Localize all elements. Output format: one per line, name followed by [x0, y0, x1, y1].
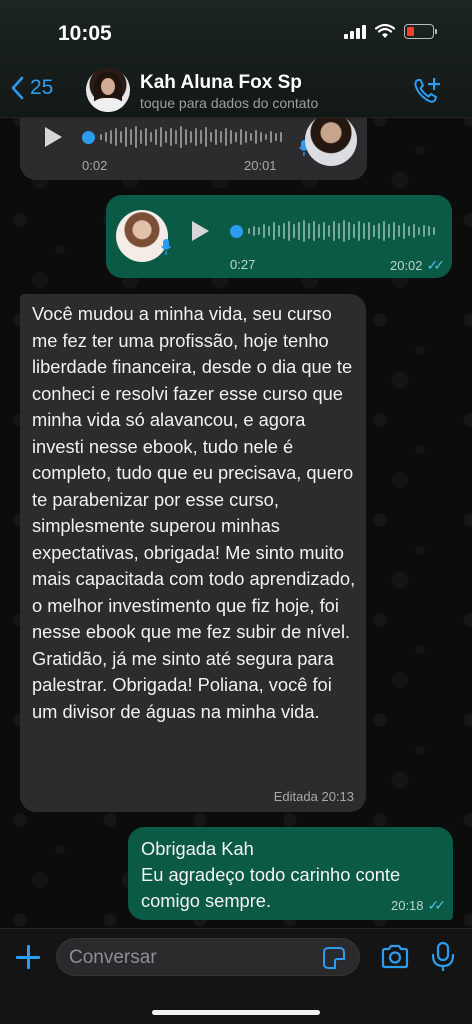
message-time: 20:18 — [390, 898, 424, 913]
contact-name[interactable]: Kah Aluna Fox Sp — [140, 72, 302, 94]
camera-icon[interactable] — [380, 943, 410, 971]
audio-scrubber-knob[interactable] — [230, 225, 243, 238]
text-message-outgoing[interactable]: Obrigada Kah Eu agradeço todo carinho co… — [128, 827, 453, 920]
play-icon[interactable] — [45, 127, 62, 147]
message-line: Obrigada Kah — [141, 838, 254, 859]
play-icon[interactable] — [192, 221, 209, 241]
contact-avatar[interactable] — [86, 68, 130, 112]
read-ticks-icon: ✓✓ — [426, 257, 446, 273]
call-add-icon[interactable] — [412, 76, 442, 106]
plus-icon[interactable] — [14, 943, 42, 971]
signal-icon — [344, 24, 366, 39]
sticker-icon[interactable] — [323, 947, 345, 969]
back-button[interactable]: 25 — [10, 76, 53, 100]
read-ticks-icon: ✓✓ — [427, 897, 447, 913]
sender-avatar — [305, 114, 357, 166]
message-input[interactable]: Conversar — [56, 938, 360, 976]
mic-icon[interactable] — [430, 941, 456, 973]
audio-duration: 0:02 — [82, 158, 108, 173]
audio-waveform[interactable] — [100, 124, 282, 150]
message-input-placeholder: Conversar — [69, 947, 157, 968]
status-time: 10:05 — [58, 22, 112, 45]
mic-icon — [161, 239, 171, 255]
home-indicator — [152, 1010, 320, 1015]
message-time-row: 20:02 ✓✓ — [389, 257, 446, 274]
chat-header: 10:05 25 Kah Aluna Fox Sp toque para dad… — [0, 0, 472, 118]
audio-duration: 0:27 — [230, 257, 256, 272]
contact-info-hint[interactable]: toque para dados do contato — [140, 95, 318, 111]
chevron-left-icon — [11, 76, 24, 100]
message-text: Você mudou a minha vida, seu curso me fe… — [32, 303, 356, 722]
audio-waveform[interactable] — [248, 218, 435, 244]
message-time: 20:02 — [389, 258, 423, 273]
wifi-icon — [375, 24, 395, 38]
status-icons — [344, 24, 437, 39]
message-time: 20:01 — [244, 158, 277, 173]
audio-message-outgoing[interactable]: 0:27 20:02 ✓✓ — [106, 195, 452, 278]
audio-scrubber-knob[interactable] — [82, 131, 95, 144]
text-message-incoming[interactable]: Você mudou a minha vida, seu curso me fe… — [20, 294, 366, 812]
battery-icon — [404, 24, 437, 39]
message-meta: Editada 20:13 — [273, 789, 354, 804]
message-time-row: 20:18 ✓✓ — [390, 897, 447, 914]
unread-count: 25 — [30, 76, 54, 99]
